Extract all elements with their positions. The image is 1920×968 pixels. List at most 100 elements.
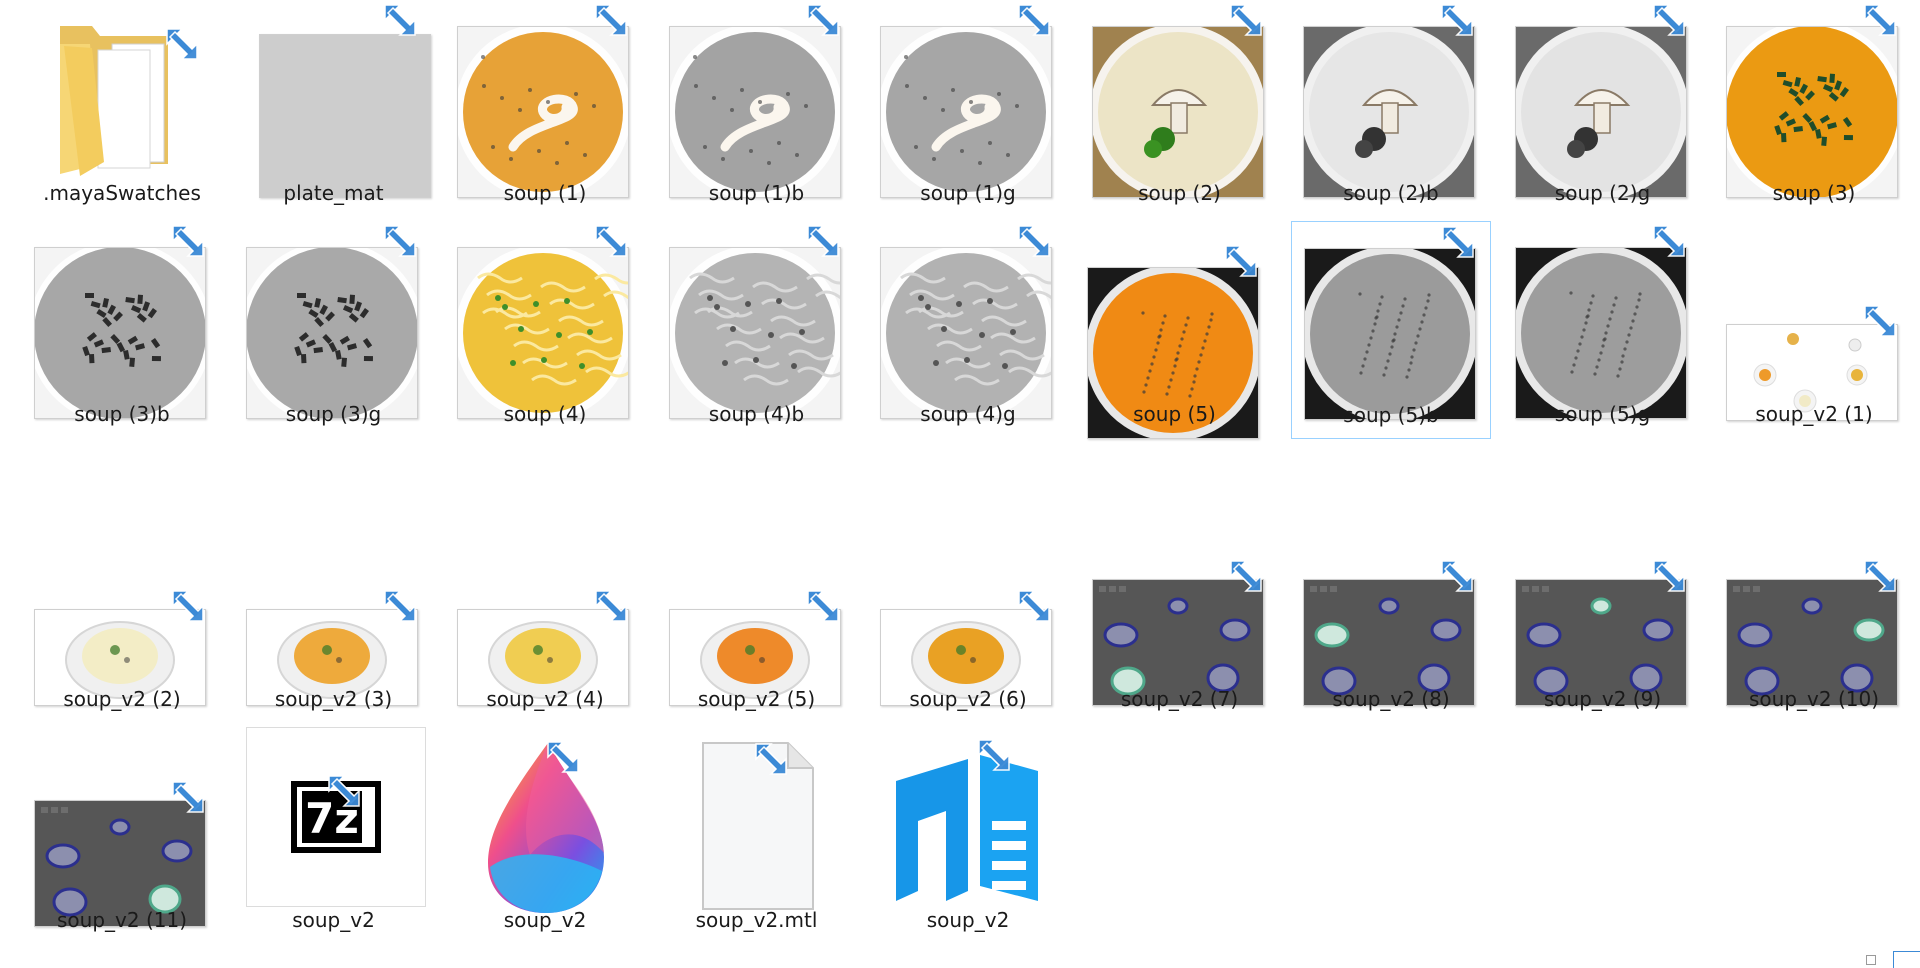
file-name-label: soup (1) — [503, 181, 587, 205]
status-bar-icon — [1866, 955, 1876, 965]
sync-status-icon — [593, 223, 629, 259]
sync-status-icon — [382, 2, 418, 38]
sync-status-icon — [805, 223, 841, 259]
notepad-plus-plus-icon — [888, 741, 1048, 911]
file-name-label: soup_v2 (7) — [1120, 687, 1239, 711]
file-item[interactable]: soup_v2 (10) — [1714, 506, 1914, 724]
file-item[interactable]: soup (5)b — [1291, 221, 1491, 439]
file-name-label: soup (3)b — [74, 402, 170, 426]
file-name-label: soup (4)g — [920, 402, 1016, 426]
sync-status-icon — [1862, 303, 1898, 339]
soup-image-thumbnail — [880, 247, 1052, 419]
file-name-label: .mayaSwatches — [43, 181, 201, 205]
sync-status-icon — [1651, 2, 1687, 38]
file-item[interactable]: soup_v2 (2) — [22, 506, 222, 724]
sync-status-icon — [382, 588, 418, 624]
sync-status-icon — [1228, 558, 1264, 594]
soup-image-thumbnail — [1304, 248, 1476, 420]
file-item[interactable]: soup (3)b — [22, 221, 222, 439]
sync-status-icon — [753, 741, 789, 777]
file-name-label: soup_v2.mtl — [695, 908, 818, 932]
file-item[interactable]: soup (4)g — [868, 221, 1068, 439]
file-item[interactable]: soup_v2.mtl — [657, 727, 857, 945]
file-name-label: soup_v2 (9) — [1543, 687, 1662, 711]
sync-status-icon — [1016, 588, 1052, 624]
file-item[interactable]: soup_v2 (6) — [868, 506, 1068, 724]
sync-status-icon — [1016, 2, 1052, 38]
file-item[interactable]: soup_v2 — [445, 727, 645, 945]
sync-status-icon — [326, 773, 362, 809]
file-item[interactable]: soup_v2 (7) — [1080, 506, 1280, 724]
sync-status-icon — [382, 223, 418, 259]
sync-status-icon — [1228, 2, 1264, 38]
sync-status-icon — [976, 737, 1012, 773]
sync-status-icon — [593, 588, 629, 624]
file-name-label: soup_v2 (2) — [63, 687, 181, 711]
sync-status-icon — [1862, 558, 1898, 594]
folder-icon — [50, 14, 180, 184]
sync-status-icon — [170, 588, 206, 624]
file-item[interactable]: soup (1)g — [868, 0, 1068, 218]
file-item[interactable]: plate_mat — [234, 0, 434, 218]
file-name-label: soup (3)g — [285, 402, 382, 426]
file-item[interactable]: soup (3) — [1714, 0, 1914, 218]
sync-status-icon — [1439, 558, 1475, 594]
sync-status-icon — [545, 739, 581, 775]
file-item[interactable]: 7z soup_v2 — [234, 727, 434, 945]
file-name-label: soup (2)g — [1554, 181, 1651, 205]
file-name-label: soup (5)g — [1554, 402, 1651, 426]
file-item[interactable]: soup (2)b — [1291, 0, 1491, 218]
file-item[interactable]: soup_v2 (1) — [1714, 221, 1914, 439]
file-name-label: soup_v2 (10) — [1749, 687, 1879, 711]
file-item[interactable]: soup_v2 (4) — [445, 506, 645, 724]
sync-status-icon — [170, 779, 206, 815]
file-name-label: soup (2) — [1138, 181, 1221, 205]
soup-image-thumbnail — [34, 247, 206, 419]
sync-status-icon — [1862, 2, 1898, 38]
file-item[interactable]: soup (2)g — [1503, 0, 1703, 218]
soup-image-thumbnail — [880, 26, 1052, 198]
sync-status-icon — [164, 26, 200, 62]
file-item[interactable]: soup (4)b — [657, 221, 857, 439]
file-name-label: soup (5)b — [1343, 403, 1439, 427]
file-item[interactable]: .mayaSwatches — [22, 0, 222, 218]
sync-status-icon — [1439, 2, 1475, 38]
sync-status-icon — [1651, 558, 1687, 594]
file-item[interactable]: soup (1) — [445, 0, 645, 218]
file-name-label: soup (4)b — [708, 402, 805, 426]
soup-image-thumbnail — [1303, 26, 1475, 198]
file-item[interactable]: soup (5) — [1075, 241, 1275, 459]
file-item[interactable]: soup_v2 (8) — [1291, 506, 1491, 724]
soup-image-thumbnail — [1514, 247, 1687, 419]
sync-status-icon — [1651, 223, 1687, 259]
7z-archive-icon: 7z — [245, 727, 426, 907]
file-item[interactable]: soup (2) — [1080, 0, 1280, 218]
view-toggle-button[interactable] — [1893, 951, 1920, 968]
file-item[interactable]: soup_v2 (9) — [1503, 506, 1703, 724]
file-name-label: soup_v2 (1) — [1755, 402, 1873, 426]
file-name-label: soup_v2 (5) — [697, 687, 816, 711]
sync-status-icon — [1223, 243, 1259, 279]
file-name-label: soup_v2 (8) — [1332, 687, 1450, 711]
file-item[interactable]: soup_v2 (11) — [22, 727, 222, 945]
file-item[interactable]: soup_v2 — [868, 727, 1068, 945]
sync-status-icon — [805, 2, 841, 38]
soup-image-thumbnail — [457, 26, 629, 198]
file-item[interactable]: soup (3)g — [234, 221, 434, 439]
sync-status-icon — [805, 588, 841, 624]
file-name-label: soup_v2 — [503, 908, 587, 932]
file-grid: .mayaSwatches plate_mat soup (1) soup (1… — [0, 0, 1920, 968]
file-item[interactable]: soup (1)b — [657, 0, 857, 218]
soup-image-thumbnail — [1514, 26, 1687, 198]
soup-image-thumbnail — [668, 26, 841, 198]
file-item[interactable]: soup (5)g — [1503, 221, 1703, 439]
file-name-label: soup_v2 (11) — [57, 908, 187, 932]
file-name-label: soup_v2 (4) — [486, 687, 604, 711]
gray-texture-thumbnail — [258, 34, 431, 198]
sync-status-icon — [1016, 223, 1052, 259]
soup-image-thumbnail — [668, 247, 841, 419]
file-name-label: soup (3) — [1772, 181, 1856, 205]
file-item[interactable]: soup_v2 (5) — [657, 506, 857, 724]
file-item[interactable]: soup_v2 (3) — [234, 506, 434, 724]
file-item[interactable]: soup (4) — [445, 221, 645, 439]
